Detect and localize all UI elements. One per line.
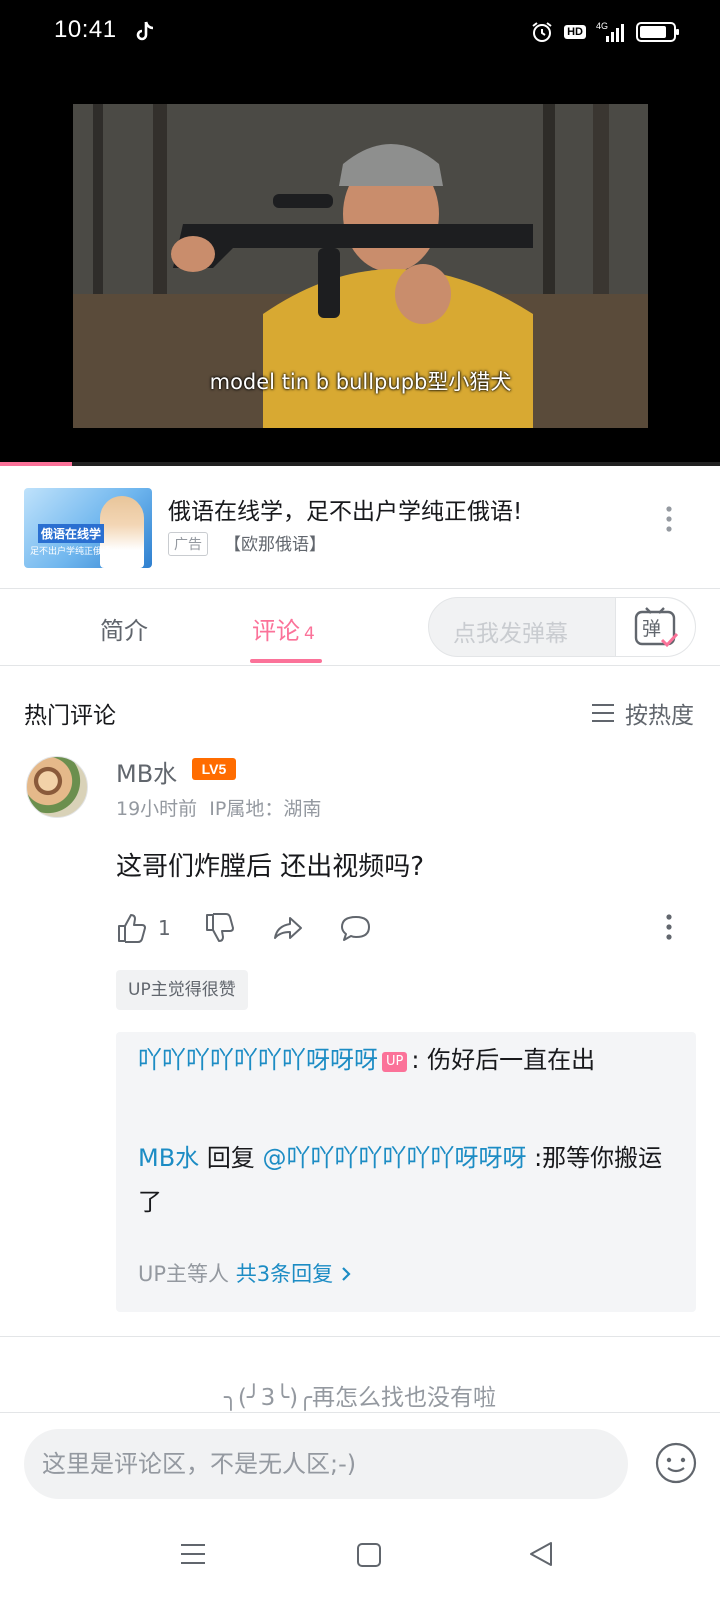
comment-username[interactable]: MB水 bbox=[116, 754, 177, 789]
sort-button[interactable]: 按热度 bbox=[591, 696, 694, 730]
more-vertical-icon[interactable] bbox=[666, 914, 672, 940]
reply-author[interactable]: MB水 bbox=[138, 1144, 199, 1172]
comment-input[interactable] bbox=[24, 1429, 628, 1499]
danmaku-input[interactable]: 点我发弹幕 弹 bbox=[428, 597, 696, 657]
reply-item: MB水 回复 @吖吖吖吖吖吖吖呀呀呀 :那等你搬运了 bbox=[138, 1136, 678, 1224]
comment-time: 19小时前 bbox=[116, 798, 198, 820]
reply-action: 回复 bbox=[206, 1144, 255, 1172]
emoji-icon[interactable] bbox=[654, 1441, 698, 1485]
video-subtitle: model tin b bullpupb型小猎犬 bbox=[209, 370, 512, 394]
thumbs-down-icon[interactable] bbox=[204, 912, 236, 944]
sort-icon bbox=[592, 704, 614, 722]
tab-comments-label: 评论 bbox=[252, 617, 300, 645]
ad-badge: 广告 bbox=[168, 532, 208, 556]
status-time: 10:41 bbox=[54, 16, 117, 43]
ad-thumbnail-subtitle: 足不出户学纯正俄语 bbox=[30, 547, 112, 557]
tab-intro[interactable]: 简介 bbox=[100, 611, 148, 646]
tiktok-icon bbox=[136, 21, 154, 41]
reply-count-link[interactable]: 共3条回复 bbox=[236, 1262, 333, 1286]
more-vertical-icon[interactable] bbox=[666, 506, 672, 532]
sort-label: 按热度 bbox=[625, 703, 694, 729]
video-player[interactable]: 10:41 HD 4G model tin b bullpupb型小猎犬 bbox=[0, 0, 720, 466]
ad-thumbnail-person bbox=[100, 496, 144, 568]
danmaku-placeholder: 点我发弹幕 bbox=[453, 621, 568, 647]
like-count: 1 bbox=[158, 916, 171, 940]
alarm-icon bbox=[532, 22, 552, 42]
avatar[interactable] bbox=[26, 756, 88, 818]
tab-comments-count: 4 bbox=[304, 624, 315, 644]
svg-text:LV5: LV5 bbox=[202, 761, 227, 777]
reply-author[interactable]: 吖吖吖吖吖吖吖呀呀呀 bbox=[138, 1046, 378, 1074]
share-icon[interactable] bbox=[272, 912, 304, 944]
up-liked-tag: UP主觉得很赞 bbox=[116, 970, 248, 1010]
tabs-bar: 简介 评论 4 点我发弹幕 弹 bbox=[0, 588, 720, 666]
ad-thumbnail-title: 俄语在线学 bbox=[38, 524, 105, 543]
reply-summary-prefix: UP主等人 bbox=[138, 1262, 230, 1286]
view-replies-link[interactable]: UP主等人 共3条回复 bbox=[138, 1258, 351, 1288]
svg-text:4G: 4G bbox=[596, 21, 608, 31]
ad-title[interactable]: 俄语在线学，足不出户学纯正俄语! bbox=[168, 492, 522, 526]
reply-preview-box[interactable]: 吖吖吖吖吖吖吖呀呀呀 UP: 伤好后一直在出 MB水 回复 @吖吖吖吖吖吖吖呀呀呀… bbox=[116, 1032, 696, 1312]
tab-active-indicator bbox=[250, 659, 322, 663]
video-frame[interactable]: model tin b bullpupb型小猎犬 bbox=[73, 104, 648, 428]
thumbs-up-icon[interactable] bbox=[116, 912, 148, 944]
status-icons: HD 4G bbox=[530, 18, 680, 46]
divider bbox=[0, 1336, 720, 1337]
reply-item: 吖吖吖吖吖吖吖呀呀呀 UP: 伤好后一直在出 bbox=[138, 1038, 678, 1082]
end-of-list-text: ╮(╯3╰)╭再怎么找也没有啦 bbox=[224, 1385, 496, 1411]
battery-icon bbox=[636, 22, 679, 42]
tab-comments[interactable]: 评论 4 bbox=[252, 611, 315, 646]
ad-thumbnail[interactable]: 俄语在线学 足不出户学纯正俄语 bbox=[24, 488, 152, 568]
home-icon[interactable] bbox=[356, 1542, 382, 1568]
system-nav-bar bbox=[0, 1508, 720, 1600]
ad-source: 【欧那俄语】 bbox=[224, 535, 326, 555]
chevron-right-icon bbox=[342, 1267, 351, 1281]
menu-icon[interactable] bbox=[180, 1542, 206, 1566]
danmaku-icon-label: 弹 bbox=[642, 618, 662, 640]
reply-text: : 伤好后一直在出 bbox=[411, 1046, 596, 1074]
comment-meta: 19小时前 IP属地：湖南 bbox=[116, 794, 321, 821]
reply-mention[interactable]: @吖吖吖吖吖吖吖呀呀呀 bbox=[262, 1144, 526, 1172]
comment-text: 这哥们炸膛后 还出视频吗? bbox=[116, 852, 425, 882]
danmaku-toggle-button[interactable]: 弹 bbox=[615, 598, 695, 656]
comment-ip: IP属地：湖南 bbox=[209, 798, 322, 820]
ad-banner[interactable]: 俄语在线学 足不出户学纯正俄语 俄语在线学，足不出户学纯正俄语! 广告 【欧那俄… bbox=[0, 466, 720, 588]
up-badge: UP bbox=[382, 1052, 408, 1072]
back-icon[interactable] bbox=[528, 1540, 554, 1568]
reply-comment-icon[interactable] bbox=[340, 914, 372, 944]
hd-icon: HD bbox=[564, 25, 586, 39]
signal-icon: 4G bbox=[596, 21, 624, 42]
comment-input-bar bbox=[0, 1412, 720, 1508]
hot-comments-title: 热门评论 bbox=[24, 703, 116, 729]
level-badge: LV5 bbox=[192, 758, 236, 780]
